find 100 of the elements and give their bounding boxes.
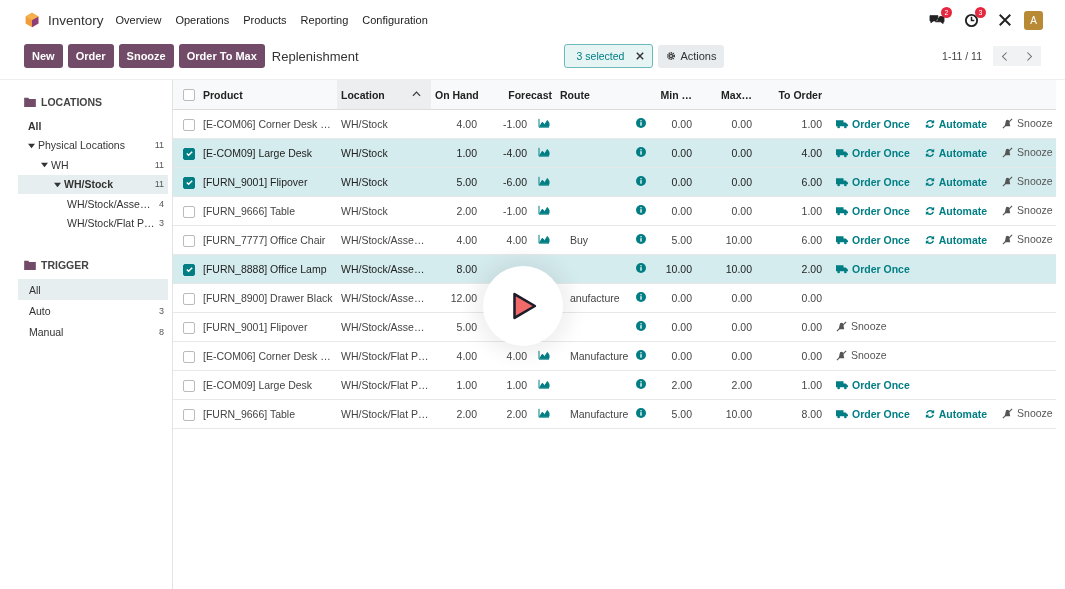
automate-link[interactable]: Automate bbox=[924, 204, 988, 217]
info-icon[interactable] bbox=[636, 408, 646, 418]
info-icon[interactable] bbox=[636, 350, 646, 360]
filter-item[interactable]: Manual 8 bbox=[18, 321, 168, 342]
row-checkbox[interactable] bbox=[183, 321, 195, 334]
column-header[interactable]: Product bbox=[199, 80, 337, 110]
table-row[interactable]: [E-COM09] Large Desk WH/Stock/Flat P… 1.00 1.00 2.00 2.00 1.00 Order Once bbox=[173, 370, 1056, 400]
caret-icon[interactable] bbox=[28, 141, 35, 149]
order-once-link[interactable]: Order Once bbox=[836, 233, 910, 246]
row-checkbox[interactable] bbox=[183, 176, 195, 189]
bell-slash-icon bbox=[1002, 146, 1014, 158]
snooze-link[interactable]: Snooze bbox=[1002, 407, 1053, 420]
order-once-link[interactable]: Order Once bbox=[836, 378, 910, 391]
snooze-link[interactable]: Snooze bbox=[1002, 146, 1053, 159]
toolbar-button[interactable]: Snooze bbox=[118, 44, 174, 68]
table-row[interactable]: [E-COM06] Corner Desk … WH/Stock 4.00 -1.00 0.00 0.00 1.00 Order Once Automate Snooze bbox=[173, 109, 1056, 139]
order-once-link[interactable]: Order Once bbox=[836, 204, 910, 217]
info-icon[interactable] bbox=[636, 379, 646, 389]
filter-item[interactable]: Auto 3 bbox=[18, 300, 168, 321]
column-header[interactable]: On Hand bbox=[431, 80, 481, 110]
tree-item[interactable]: Physical Locations 11 bbox=[18, 135, 168, 155]
select-all-checkbox[interactable] bbox=[183, 89, 195, 102]
table-cell: [E-COM06] Corner Desk … bbox=[203, 118, 331, 130]
info-icon[interactable] bbox=[636, 205, 646, 215]
toolbar-button[interactable]: New bbox=[24, 44, 63, 68]
toolbar-button[interactable]: Order bbox=[67, 44, 114, 68]
column-header[interactable]: To Order bbox=[756, 80, 826, 110]
table-row[interactable]: [FURN_9666] Table WH/Stock 2.00 -1.00 0.00 0.00 1.00 Order Once Automate Snooze bbox=[173, 196, 1056, 226]
menu-item[interactable]: Reporting bbox=[300, 14, 349, 26]
tree-item[interactable]: All bbox=[18, 116, 168, 136]
info-icon[interactable] bbox=[636, 321, 646, 331]
bell-slash-icon bbox=[1002, 204, 1014, 216]
automate-link[interactable]: Automate bbox=[924, 146, 988, 159]
menu-item[interactable]: Overview bbox=[115, 14, 162, 26]
snooze-link[interactable]: Snooze bbox=[1002, 233, 1053, 246]
order-once-link[interactable]: Order Once bbox=[836, 146, 910, 159]
info-icon[interactable] bbox=[636, 263, 646, 273]
snooze-link[interactable]: Snooze bbox=[836, 349, 887, 362]
row-checkbox[interactable] bbox=[183, 292, 195, 305]
chart-icon[interactable] bbox=[537, 147, 550, 157]
table-cell: Manufacture bbox=[570, 408, 629, 420]
row-checkbox[interactable] bbox=[183, 234, 195, 247]
chart-icon[interactable] bbox=[537, 379, 550, 389]
order-once-link[interactable]: Order Once bbox=[836, 407, 910, 420]
row-checkbox[interactable] bbox=[183, 379, 195, 392]
info-icon[interactable] bbox=[636, 292, 646, 302]
order-once-link[interactable]: Order Once bbox=[836, 117, 910, 130]
row-checkbox[interactable] bbox=[183, 350, 195, 363]
filter-item[interactable]: All bbox=[18, 279, 168, 300]
automate-link[interactable]: Automate bbox=[924, 407, 988, 420]
caret-icon[interactable] bbox=[41, 161, 48, 169]
clock-icon[interactable] bbox=[964, 12, 979, 28]
automate-link[interactable]: Automate bbox=[924, 233, 988, 246]
chart-icon[interactable] bbox=[537, 118, 550, 128]
column-header[interactable]: Forecast bbox=[481, 80, 556, 110]
info-icon[interactable] bbox=[636, 176, 646, 186]
info-icon[interactable] bbox=[636, 147, 646, 157]
order-once-link[interactable]: Order Once bbox=[836, 175, 910, 188]
chat-icon[interactable] bbox=[929, 13, 945, 27]
table-row[interactable]: [FURN_9666] Table WH/Stock/Flat P… 2.00 2.00 Manufacture 5.00 10.00 8.00 Order Once Automate Snooze bbox=[173, 399, 1056, 429]
info-icon[interactable] bbox=[636, 118, 646, 128]
app-name[interactable]: Inventory bbox=[48, 12, 104, 28]
caret-icon[interactable] bbox=[54, 180, 61, 188]
tree-item[interactable]: WH/Stock 11 bbox=[18, 174, 168, 194]
snooze-link[interactable]: Snooze bbox=[836, 320, 887, 333]
chart-icon[interactable] bbox=[537, 234, 550, 244]
automate-link[interactable]: Automate bbox=[924, 175, 988, 188]
chart-icon[interactable] bbox=[537, 205, 550, 215]
order-once-link[interactable]: Order Once bbox=[836, 262, 910, 275]
info-icon[interactable] bbox=[636, 234, 646, 244]
table-row[interactable]: [FURN_8888] Office Lamp WH/Stock/Asse… 8.00 10.00 10.00 2.00 Order Once bbox=[173, 254, 1056, 284]
snooze-link[interactable]: Snooze bbox=[1002, 175, 1053, 188]
column-header[interactable]: Location bbox=[337, 80, 431, 110]
table-row[interactable]: [FURN_9001] Flipover WH/Stock 5.00 -6.00 0.00 0.00 6.00 Order Once Automate Snooze bbox=[173, 167, 1056, 197]
chart-icon[interactable] bbox=[537, 176, 550, 186]
close-icon[interactable] bbox=[636, 52, 645, 60]
column-header[interactable]: Route bbox=[556, 80, 651, 110]
menu-item[interactable]: Products bbox=[243, 14, 287, 26]
row-checkbox[interactable] bbox=[183, 205, 195, 218]
chart-icon[interactable] bbox=[537, 350, 550, 360]
menu-item[interactable]: Operations bbox=[175, 14, 230, 26]
chart-icon[interactable] bbox=[537, 408, 550, 418]
table-row[interactable]: [E-COM09] Large Desk WH/Stock 1.00 -4.00 0.00 0.00 4.00 Order Once Automate Snooze bbox=[173, 138, 1056, 168]
row-checkbox[interactable] bbox=[183, 263, 195, 276]
tree-item[interactable]: WH 11 bbox=[18, 155, 168, 175]
column-header[interactable]: Max… bbox=[696, 80, 756, 110]
menu-item[interactable]: Configuration bbox=[362, 14, 428, 26]
toolbar-button[interactable]: Order To Max bbox=[178, 44, 265, 68]
column-header[interactable]: Min … bbox=[651, 80, 696, 110]
snooze-link[interactable]: Snooze bbox=[1002, 117, 1053, 130]
row-checkbox[interactable] bbox=[183, 118, 195, 131]
tree-item[interactable]: WH/Stock/Asse… 4 bbox=[18, 194, 168, 214]
automate-link[interactable]: Automate bbox=[924, 117, 988, 130]
tree-item[interactable]: WH/Stock/Flat P… 3 bbox=[18, 213, 168, 233]
table-row[interactable]: [E-COM06] Corner Desk … WH/Stock/Flat P… 4.00 4.00 Manufacture 0.00 0.00 0.00 Snooze bbox=[173, 341, 1056, 371]
table-row[interactable]: [FURN_7777] Office Chair WH/Stock/Asse… 4.00 4.00 Buy 5.00 10.00 6.00 Order Once Automate Snooze bbox=[173, 225, 1056, 255]
snooze-link[interactable]: Snooze bbox=[1002, 204, 1053, 217]
actions-button[interactable]: Actions bbox=[658, 44, 725, 68]
row-checkbox[interactable] bbox=[183, 147, 195, 160]
row-checkbox[interactable] bbox=[183, 408, 195, 421]
